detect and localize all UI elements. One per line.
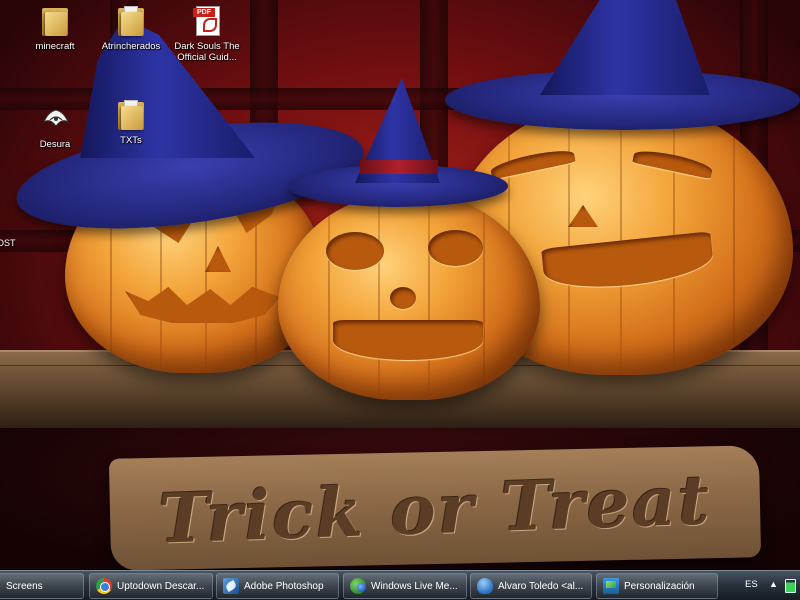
desura-icon	[39, 102, 71, 136]
folder-icon	[115, 4, 147, 38]
witch-hat-middle-band	[360, 160, 438, 174]
messenger-contact-icon	[477, 578, 493, 594]
battery-icon[interactable]	[785, 579, 796, 593]
taskbar-button-windows-live-messenger[interactable]: Windows Live Me...	[343, 573, 467, 599]
personalization-icon	[603, 578, 619, 594]
folder-icon	[39, 4, 71, 38]
taskbar: Screens Uptodown Descar... Adobe Photosh…	[0, 570, 800, 600]
taskbar-button-label: Personalización	[624, 580, 695, 592]
desktop-icon-dark-souls-guide[interactable]: PDF Dark Souls The Official Guid...	[170, 4, 244, 63]
photoshop-icon	[223, 578, 239, 594]
desktop-icon-label: Atrincherados	[101, 41, 161, 52]
taskbar-button-uptodown[interactable]: Uptodown Descar...	[89, 573, 213, 599]
desktop-icon-atrincherados[interactable]: Atrincherados	[94, 4, 168, 52]
taskbar-button-personalizacion[interactable]: Personalización	[596, 573, 718, 599]
taskbar-button-label: Screens	[6, 580, 43, 592]
witch-hat-right-cone	[540, 0, 710, 95]
sign-text: Trick or Treat	[157, 460, 713, 560]
desktop-icon-label: TXTs	[120, 135, 142, 146]
desktop-icon-txts[interactable]: TXTs	[94, 98, 168, 146]
taskbar-button-label: Alvaro Toledo <al...	[498, 580, 584, 592]
taskbar-button-label: Uptodown Descar...	[117, 580, 205, 592]
show-hidden-icons-chevron-icon[interactable]: ▲	[769, 579, 778, 589]
desktop-icon-label: Dark Souls The Official Guid...	[174, 41, 240, 63]
chrome-icon	[96, 578, 112, 594]
desktop-icon-label: minecraft	[35, 41, 75, 52]
folder-icon	[115, 98, 147, 132]
taskbar-button-label: Windows Live Me...	[371, 580, 458, 592]
desktop-icon-minecraft[interactable]: minecraft	[18, 4, 92, 52]
taskbar-button-photoshop[interactable]: Adobe Photoshop	[216, 573, 339, 599]
taskbar-button-screens[interactable]: Screens	[0, 573, 84, 599]
taskbar-button-alvaro-toledo[interactable]: Alvaro Toledo <al...	[470, 573, 592, 599]
taskbar-button-label: Adobe Photoshop	[244, 580, 324, 592]
language-indicator[interactable]: ES	[745, 579, 758, 590]
desktop-icon-desura[interactable]: Desura	[18, 102, 92, 150]
windows-live-messenger-icon	[350, 578, 366, 594]
desktop-wallpaper: Trick or Treat	[0, 0, 800, 570]
desktop-icon-label-partial[interactable]: OST	[0, 238, 16, 248]
pdf-file-icon: PDF	[191, 4, 223, 38]
desktop-icon-label: Desura	[39, 139, 71, 150]
